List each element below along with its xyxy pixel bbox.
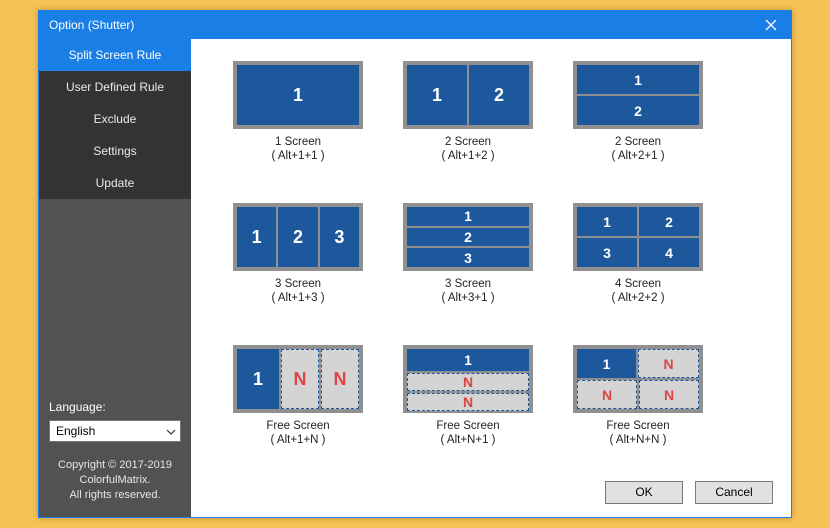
pane-free: N bbox=[281, 349, 319, 409]
rule-thumb: 1 2 3 bbox=[233, 203, 363, 271]
pane: 3 bbox=[577, 238, 637, 267]
rule-title: 2 Screen bbox=[611, 135, 664, 149]
nav-user-defined-rule[interactable]: User Defined Rule bbox=[39, 71, 191, 103]
rule-caption: 4 Screen ( Alt+2+2 ) bbox=[611, 277, 664, 306]
rule-item-1screen[interactable]: 1 1 Screen ( Alt+1+1 ) bbox=[227, 61, 369, 185]
rule-shortcut: ( Alt+1+1 ) bbox=[271, 149, 324, 163]
pane: 1 bbox=[577, 349, 636, 378]
rule-item-free-nn[interactable]: 1 N N N Free Screen ( Alt+N+N ) bbox=[567, 345, 709, 469]
rule-item-3screen-h[interactable]: 1 2 3 3 Screen ( Alt+1+3 ) bbox=[227, 203, 369, 327]
copyright-line2: ColorfulMatrix. bbox=[45, 473, 185, 488]
pane: 1 bbox=[407, 65, 467, 125]
rule-thumb: 1 N N bbox=[403, 345, 533, 413]
pane: 3 bbox=[407, 248, 529, 267]
sidebar: Split Screen RuleUser Defined RuleExclud… bbox=[39, 39, 191, 517]
client-area: Split Screen RuleUser Defined RuleExclud… bbox=[39, 39, 791, 517]
rule-grid: 1 1 Screen ( Alt+1+1 ) 1 2 2 Screen bbox=[191, 39, 791, 473]
rule-thumb: 1 2 bbox=[403, 61, 533, 129]
pane: 2 bbox=[639, 207, 699, 236]
rule-caption: Free Screen ( Alt+N+N ) bbox=[606, 419, 669, 448]
nav-settings[interactable]: Settings bbox=[39, 135, 191, 167]
rule-shortcut: ( Alt+2+2 ) bbox=[611, 291, 664, 305]
nav-update[interactable]: Update bbox=[39, 167, 191, 199]
titlebar[interactable]: Option (Shutter) bbox=[39, 11, 791, 39]
rule-shortcut: ( Alt+1+N ) bbox=[266, 433, 329, 447]
ok-button[interactable]: OK bbox=[605, 481, 683, 504]
close-icon bbox=[759, 19, 783, 31]
rule-caption: Free Screen ( Alt+1+N ) bbox=[266, 419, 329, 448]
rule-shortcut: ( Alt+1+2 ) bbox=[441, 149, 494, 163]
pane-free: N bbox=[321, 349, 359, 409]
chevron-down-icon bbox=[166, 424, 176, 438]
rule-caption: 2 Screen ( Alt+1+2 ) bbox=[441, 135, 494, 164]
rule-shortcut: ( Alt+2+1 ) bbox=[611, 149, 664, 163]
copyright-line3: All rights reserved. bbox=[45, 488, 185, 503]
rule-title: 1 Screen bbox=[271, 135, 324, 149]
rule-title: 4 Screen bbox=[611, 277, 664, 291]
rule-title: 3 Screen bbox=[441, 277, 494, 291]
pane-free: N bbox=[407, 393, 529, 411]
pane: 1 bbox=[407, 349, 529, 371]
pane: 2 bbox=[278, 207, 317, 267]
main-panel: 1 1 Screen ( Alt+1+1 ) 1 2 2 Screen bbox=[191, 39, 791, 517]
rule-caption: 3 Screen ( Alt+3+1 ) bbox=[441, 277, 494, 306]
rule-title: Free Screen bbox=[436, 419, 499, 433]
rule-thumb: 1 N N bbox=[233, 345, 363, 413]
pane: 1 bbox=[407, 207, 529, 226]
pane: 1 bbox=[237, 65, 359, 125]
rule-caption: Free Screen ( Alt+N+1 ) bbox=[436, 419, 499, 448]
rule-thumb: 1 2 3 4 bbox=[573, 203, 703, 271]
rule-shortcut: ( Alt+N+1 ) bbox=[436, 433, 499, 447]
pane: 4 bbox=[639, 238, 699, 267]
pane: 1 bbox=[577, 207, 637, 236]
pane: 1 bbox=[577, 65, 699, 94]
rule-item-2screen-v[interactable]: 1 2 2 Screen ( Alt+2+1 ) bbox=[567, 61, 709, 185]
rule-caption: 2 Screen ( Alt+2+1 ) bbox=[611, 135, 664, 164]
language-label: Language: bbox=[39, 394, 191, 418]
language-select[interactable]: English bbox=[49, 420, 181, 442]
rule-item-4screen[interactable]: 1 2 3 4 4 Screen ( Alt+2+2 ) bbox=[567, 203, 709, 327]
rule-title: Free Screen bbox=[266, 419, 329, 433]
pane: 3 bbox=[320, 207, 359, 267]
sidebar-spacer bbox=[39, 199, 191, 394]
pane: 2 bbox=[469, 65, 529, 125]
copyright-line1: Copyright © 2017-2019 bbox=[45, 458, 185, 473]
cancel-button[interactable]: Cancel bbox=[695, 481, 773, 504]
pane: 1 bbox=[237, 349, 279, 409]
rule-shortcut: ( Alt+1+3 ) bbox=[271, 291, 324, 305]
pane-free: N bbox=[577, 380, 637, 409]
rule-thumb: 1 N N N bbox=[573, 345, 703, 413]
nav-exclude[interactable]: Exclude bbox=[39, 103, 191, 135]
option-window: Option (Shutter) Split Screen RuleUser D… bbox=[38, 10, 792, 518]
rule-title: Free Screen bbox=[606, 419, 669, 433]
pane-free: N bbox=[639, 380, 699, 409]
window-title: Option (Shutter) bbox=[49, 18, 759, 32]
rule-thumb: 1 2 3 bbox=[403, 203, 533, 271]
pane: 2 bbox=[577, 96, 699, 125]
pane-free: N bbox=[407, 373, 529, 391]
rule-item-3screen-v[interactable]: 1 2 3 3 Screen ( Alt+3+1 ) bbox=[397, 203, 539, 327]
pane: 1 bbox=[237, 207, 276, 267]
rule-thumb: 1 bbox=[233, 61, 363, 129]
rule-shortcut: ( Alt+3+1 ) bbox=[441, 291, 494, 305]
rule-item-free-1n[interactable]: 1 N N Free Screen ( Alt+1+N ) bbox=[227, 345, 369, 469]
rule-title: 3 Screen bbox=[271, 277, 324, 291]
copyright: Copyright © 2017-2019 ColorfulMatrix. Al… bbox=[39, 448, 191, 517]
rule-shortcut: ( Alt+N+N ) bbox=[606, 433, 669, 447]
nav-split-screen-rule[interactable]: Split Screen Rule bbox=[39, 39, 191, 71]
rule-item-2screen-h[interactable]: 1 2 2 Screen ( Alt+1+2 ) bbox=[397, 61, 539, 185]
rule-caption: 3 Screen ( Alt+1+3 ) bbox=[271, 277, 324, 306]
rule-item-free-n1[interactable]: 1 N N Free Screen ( Alt+N+1 ) bbox=[397, 345, 539, 469]
pane: 2 bbox=[407, 228, 529, 247]
rule-caption: 1 Screen ( Alt+1+1 ) bbox=[271, 135, 324, 164]
close-button[interactable] bbox=[759, 19, 783, 31]
dialog-buttons: OK Cancel bbox=[191, 473, 791, 517]
pane-free: N bbox=[638, 349, 699, 378]
rule-thumb: 1 2 bbox=[573, 61, 703, 129]
language-selected: English bbox=[56, 424, 166, 438]
rule-title: 2 Screen bbox=[441, 135, 494, 149]
